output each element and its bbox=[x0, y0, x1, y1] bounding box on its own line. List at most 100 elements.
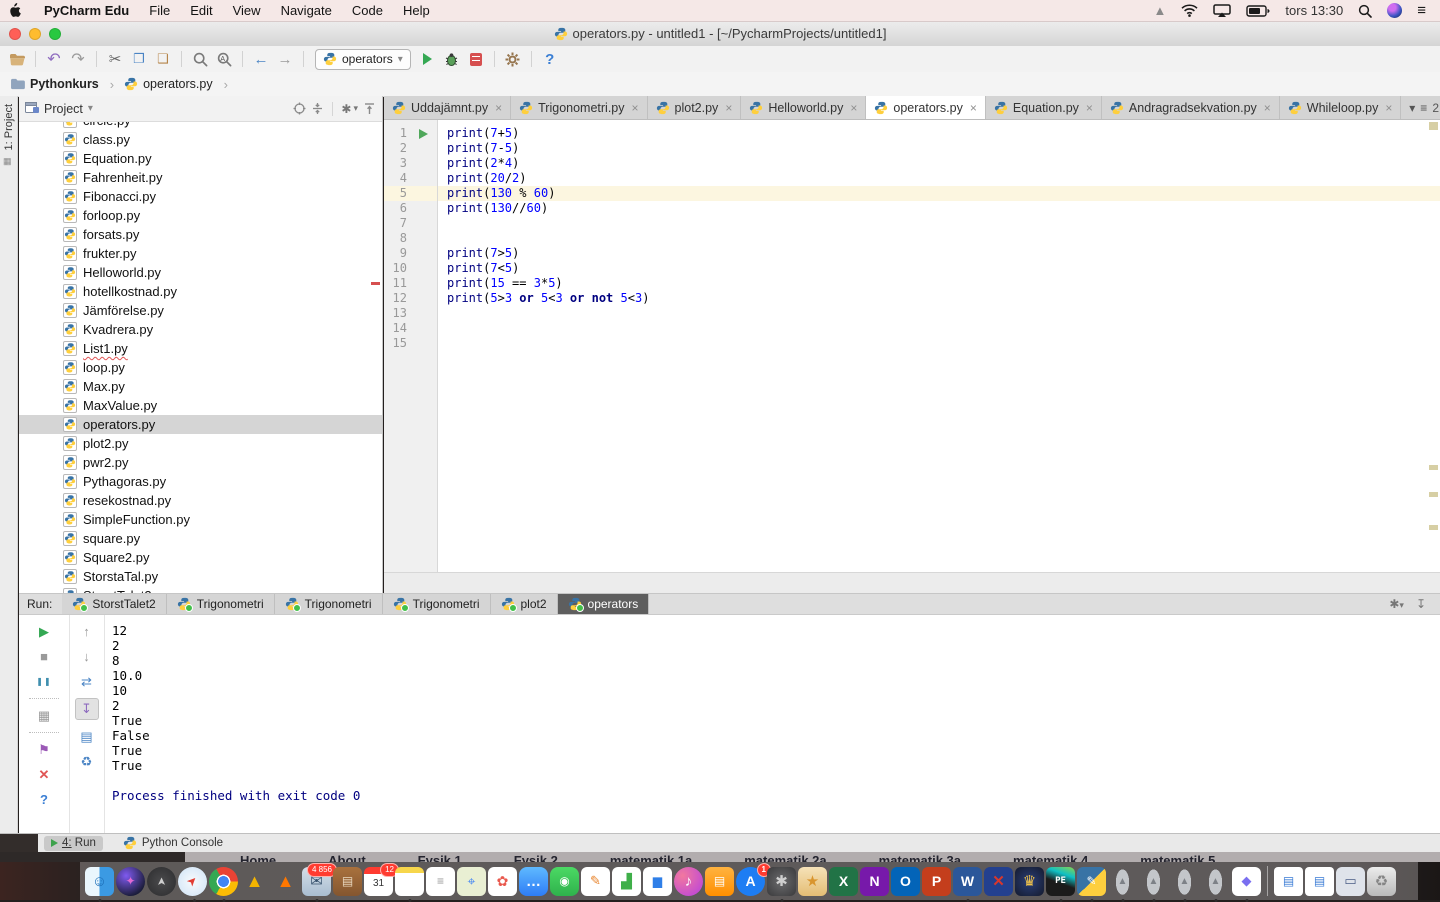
dock-uk-flag-app[interactable]: ✕ bbox=[984, 867, 1013, 896]
cut-icon[interactable]: ✂ bbox=[104, 49, 126, 69]
dock-chrome[interactable] bbox=[209, 867, 238, 896]
menu-help[interactable]: Help bbox=[393, 3, 440, 18]
soft-wrap-icon[interactable]: ⇄ bbox=[76, 673, 98, 690]
project-file-square-py[interactable]: square.py bbox=[19, 529, 382, 548]
dock-safari[interactable]: ➤ bbox=[178, 867, 207, 896]
dock-geogebra[interactable]: ◆ bbox=[1232, 867, 1261, 896]
project-file-resekostnad-py[interactable]: resekostnad.py bbox=[19, 491, 382, 510]
siri-icon[interactable] bbox=[1387, 3, 1402, 18]
project-header-label[interactable]: Project bbox=[44, 102, 83, 116]
editor-tab-andragradsekvation-py[interactable]: Andragradsekvation.py× bbox=[1102, 96, 1280, 119]
line-number[interactable]: 5 bbox=[384, 186, 437, 201]
editor-tab-operators-py[interactable]: operators.py× bbox=[866, 96, 986, 119]
line-number[interactable]: 3 bbox=[384, 156, 437, 171]
project-file-hotellkostnad-py[interactable]: hotellkostnad.py bbox=[19, 282, 382, 301]
line-number[interactable]: 1 bbox=[384, 126, 437, 141]
dock-maps[interactable]: ⌖ bbox=[457, 867, 486, 896]
project-file-forloop-py[interactable]: forloop.py bbox=[19, 206, 382, 225]
dock-photos[interactable]: ✿ bbox=[488, 867, 517, 896]
project-file-equation-py[interactable]: Equation.py bbox=[19, 149, 382, 168]
run-tab-trigonometri-1[interactable]: Trigonometri bbox=[167, 594, 275, 614]
menu-code[interactable]: Code bbox=[342, 3, 393, 18]
line-number[interactable]: 12 bbox=[384, 291, 437, 306]
run-tab-plot2-4[interactable]: plot2 bbox=[491, 594, 558, 614]
dock-ibooks[interactable]: ▤ bbox=[705, 867, 734, 896]
project-file-pythagoras-py[interactable]: Pythagoras.py bbox=[19, 472, 382, 491]
project-file-forsats-py[interactable]: forsats.py bbox=[19, 225, 382, 244]
menu-file[interactable]: File bbox=[139, 3, 180, 18]
console-help-icon[interactable]: ? bbox=[33, 791, 55, 808]
dock-docx-file-1[interactable]: ▤ bbox=[1274, 867, 1303, 896]
dock-python-launcher-1[interactable]: ▲ bbox=[1108, 867, 1137, 896]
paste-icon[interactable]: ❑ bbox=[152, 49, 174, 69]
dock-facetime[interactable]: ◉ bbox=[550, 867, 579, 896]
spotlight-search-icon[interactable] bbox=[1358, 4, 1372, 18]
dock-system-preferences[interactable]: ✱ bbox=[767, 867, 796, 896]
notification-center-icon[interactable]: ≡ bbox=[1417, 2, 1426, 19]
project-file-tree[interactable]: circle.pyclass.pyEquation.pyFahrenheit.p… bbox=[19, 122, 382, 593]
dock-excel[interactable]: X bbox=[829, 867, 858, 896]
dock-vlc[interactable]: ▲ bbox=[271, 867, 300, 896]
line-number[interactable]: 15 bbox=[384, 336, 437, 351]
menu-edit[interactable]: Edit bbox=[180, 3, 222, 18]
project-file-maxvalue-py[interactable]: MaxValue.py bbox=[19, 396, 382, 415]
project-file-frukter-py[interactable]: frukter.py bbox=[19, 244, 382, 263]
line-number[interactable]: 13 bbox=[384, 306, 437, 321]
project-stripe-button[interactable]: 1: Project bbox=[3, 104, 15, 150]
line-number[interactable]: 6 bbox=[384, 201, 437, 216]
dock-display-settings[interactable]: ▭ bbox=[1336, 867, 1365, 896]
close-tab-icon[interactable]: × bbox=[850, 101, 857, 115]
dock-finder[interactable]: ☺ bbox=[85, 867, 114, 896]
debug-icon[interactable] bbox=[441, 49, 463, 69]
run-line-icon[interactable] bbox=[419, 129, 428, 139]
dock-python-launcher-4[interactable]: ▲ bbox=[1201, 867, 1230, 896]
dock-numbers[interactable]: ▟ bbox=[612, 867, 641, 896]
pause-output-icon[interactable]: ❚❚ bbox=[33, 673, 55, 690]
console-output[interactable]: 122810.0102TrueFalseTrueTrue Process fin… bbox=[105, 615, 1440, 833]
dock-mail[interactable]: ✉4 856 bbox=[302, 867, 331, 896]
chevron-down-icon[interactable]: ▾ bbox=[88, 103, 93, 114]
run-tab-trigonometri-2[interactable]: Trigonometri bbox=[275, 594, 383, 614]
copy-icon[interactable]: ❐ bbox=[128, 49, 150, 69]
dock-keynote[interactable]: ▆ bbox=[643, 867, 672, 896]
project-file-loop-py[interactable]: loop.py bbox=[19, 358, 382, 377]
run-settings-gear-icon[interactable]: ✱▾ bbox=[1389, 597, 1404, 611]
dock-photo-booth[interactable]: ★ bbox=[798, 867, 827, 896]
dock-app-store[interactable]: A1 bbox=[736, 867, 765, 896]
dock-contacts[interactable]: ▤ bbox=[333, 867, 362, 896]
dock-docx-file-2[interactable]: ▤ bbox=[1305, 867, 1334, 896]
dock-calendar[interactable]: 3112 bbox=[364, 867, 393, 896]
dock-itunes[interactable]: ♪ bbox=[674, 867, 703, 896]
editor-tab-trigonometri-py[interactable]: Trigonometri.py× bbox=[511, 96, 647, 119]
close-tab-icon[interactable]: × bbox=[970, 101, 977, 115]
menu-view[interactable]: View bbox=[223, 3, 271, 18]
code-area[interactable]: print(7+5)print(7-5)print(2*4)print(20/2… bbox=[438, 120, 1440, 572]
locate-file-icon[interactable] bbox=[293, 102, 306, 115]
minimize-window-button[interactable] bbox=[29, 28, 41, 40]
line-number[interactable]: 8 bbox=[384, 231, 437, 246]
editor-tab-uddaj-mnt-py[interactable]: Uddajämnt.py× bbox=[384, 96, 511, 119]
line-number[interactable]: 11 bbox=[384, 276, 437, 291]
project-file-storsttalet2-py[interactable]: StorstTalet2.py bbox=[19, 586, 382, 593]
run-tab-operators-5[interactable]: operators bbox=[558, 594, 650, 614]
dock-launchpad[interactable]: ➤ bbox=[147, 867, 176, 896]
up-stack-trace-icon[interactable]: ↑ bbox=[76, 623, 98, 640]
navigate-back-icon[interactable]: ← bbox=[250, 49, 272, 69]
tab-list-icon[interactable]: ≡ bbox=[1420, 101, 1427, 115]
run-icon[interactable] bbox=[417, 49, 439, 69]
dock-notes[interactable] bbox=[395, 867, 424, 896]
dock-pycharm-edu[interactable]: PE bbox=[1046, 867, 1075, 896]
menu-pycharm-edu[interactable]: PyCharm Edu bbox=[34, 3, 139, 18]
line-number[interactable]: 14 bbox=[384, 321, 437, 336]
window-title-bar[interactable]: operators.py - untitled1 - [~/PycharmPro… bbox=[0, 22, 1440, 47]
editor-scrollbar-track[interactable] bbox=[384, 572, 1440, 593]
dock-python-launcher-3[interactable]: ▲ bbox=[1170, 867, 1199, 896]
editor-body[interactable]: 123456789101112131415 print(7+5)print(7-… bbox=[384, 120, 1440, 572]
dock-messages[interactable]: … bbox=[519, 867, 548, 896]
editor-tab-plot2-py[interactable]: plot2.py× bbox=[648, 96, 742, 119]
project-file-class-py[interactable]: class.py bbox=[19, 130, 382, 149]
navigate-forward-icon[interactable]: → bbox=[274, 49, 296, 69]
dock-reminders[interactable]: ≡ bbox=[426, 867, 455, 896]
dock-outlook[interactable]: O bbox=[891, 867, 920, 896]
python-console-button[interactable]: Python Console bbox=[123, 836, 223, 850]
